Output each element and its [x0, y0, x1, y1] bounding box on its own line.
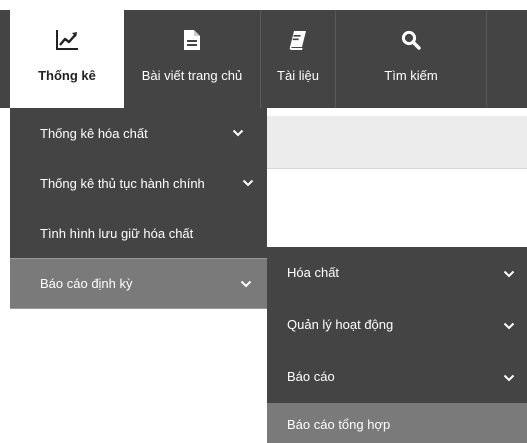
menu-item-label: Thống kê thủ tục hành chính	[40, 176, 205, 191]
chevron-down-icon	[242, 179, 254, 187]
menu-item-quan-ly-hoat-dong[interactable]: Quản lý hoạt động	[267, 299, 527, 351]
tab-label: Tìm kiếm	[384, 68, 438, 83]
tab-label: Bài viết trang chủ	[141, 68, 243, 83]
menu-item-bao-cao-tong-hop[interactable]: Báo cáo tổng hợp	[267, 403, 527, 443]
chevron-down-icon	[503, 270, 515, 278]
tab-label: Thống kê	[38, 68, 96, 83]
chevron-down-icon	[503, 322, 515, 330]
tab-thong-ke[interactable]: Thống kê	[10, 10, 124, 108]
submenu-thong-ke: Thống kê hóa chất Thống kê thủ tục hành …	[10, 108, 267, 309]
tab-tim-kiem[interactable]: Tìm kiếm	[336, 10, 487, 108]
document-icon	[183, 28, 201, 52]
menu-item-label: Báo cáo định kỳ	[40, 276, 133, 291]
menu-item-label: Báo cáo	[287, 369, 335, 384]
submenu-bao-cao-dinh-ky: Hóa chất Quản lý hoạt động Báo cáo Báo c…	[267, 247, 527, 443]
menu-item-label: Báo cáo tổng hợp	[287, 417, 391, 432]
menu-item-thong-ke-hoa-chat[interactable]: Thống kê hóa chất	[10, 108, 267, 158]
menu-item-label: Thống kê hóa chất	[40, 126, 148, 141]
chevron-down-icon	[503, 374, 515, 382]
chevron-down-icon	[240, 280, 252, 288]
menu-item-hoa-chat[interactable]: Hóa chất	[267, 247, 527, 299]
book-icon	[289, 28, 307, 52]
menu-item-tinh-hinh-luu-giu-hoa-chat[interactable]: Tình hình lưu giữ hóa chất	[10, 208, 267, 258]
tab-bai-viet-trang-chu[interactable]: Bài viết trang chủ	[124, 10, 261, 108]
menu-item-bao-cao-dinh-ky[interactable]: Báo cáo định kỳ	[10, 258, 267, 309]
menu-item-bao-cao[interactable]: Báo cáo	[267, 351, 527, 403]
menu-item-label: Quản lý hoạt động	[287, 317, 394, 332]
menu-item-label: Tình hình lưu giữ hóa chất	[40, 226, 194, 241]
top-navigation-bar: Thống kê Bài viết trang chủ Tài liệu Tìm…	[0, 10, 527, 108]
search-icon	[401, 28, 421, 52]
tab-tai-lieu[interactable]: Tài liệu	[261, 10, 336, 108]
chart-line-icon	[55, 28, 79, 52]
tab-label: Tài liệu	[277, 68, 319, 83]
content-header-strip	[267, 116, 527, 169]
menu-item-thong-ke-thu-tuc-hanh-chinh[interactable]: Thống kê thủ tục hành chính	[10, 158, 267, 208]
menu-item-label: Hóa chất	[287, 265, 340, 280]
chevron-down-icon	[232, 129, 244, 137]
